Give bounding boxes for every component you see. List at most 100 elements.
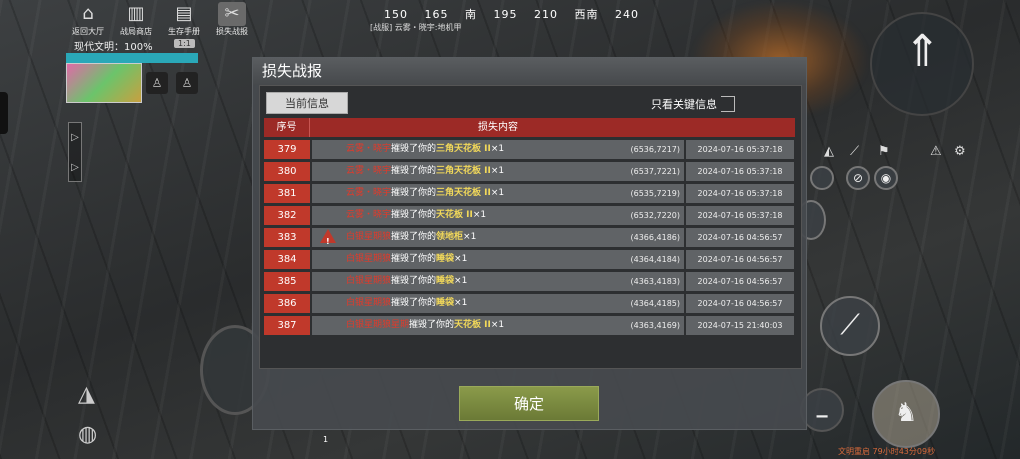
crouch-icon[interactable]: ♙ <box>176 72 198 94</box>
nav-battle-report-button[interactable]: ✂ 损失战报 <box>210 2 254 37</box>
attacker-name: 云雾・晓宇 <box>346 166 392 176</box>
melee-knife-button[interactable]: ⟋ <box>820 296 880 356</box>
attacker-name: 白银星期狼 <box>346 276 392 286</box>
action-text: 摧毁了你的 <box>391 210 437 220</box>
battle-report-dialog: 损失战报 当前信息 只看关键信息 序号 损失内容 379 云雾・晓宇摧毁了你的三角… <box>252 57 807 430</box>
warning-icon: ! <box>320 229 336 246</box>
row-content: 云雾・晓宇摧毁了你的三角天花板 II×1 (6536,7217) <box>312 140 684 159</box>
timestamp: 2024-07-16 05:37:18 <box>686 162 794 181</box>
row-number: 384 <box>264 250 310 269</box>
table-row: 383! 白银星期狼摧毁了你的领地柜×1 (4366,4186) 2024-07-16… <box>264 228 795 247</box>
item-qty: ×1 <box>454 276 468 286</box>
team-icon[interactable]: ♙ <box>146 72 168 94</box>
item-name: 天花板 II <box>436 210 473 220</box>
item-name: 天花板 II <box>454 320 491 330</box>
mask-icon[interactable]: ◭ <box>824 144 834 159</box>
nav-label: 战局商店 <box>120 27 152 36</box>
table-row: 385 白银星期狼摧毁了你的睡袋×1 (4363,4183) 2024-07-16 0… <box>264 272 795 291</box>
compass-tick: 西南 <box>574 8 599 21</box>
home-icon: ⌂ <box>82 3 94 24</box>
item-name: 领地柜 <box>436 232 464 242</box>
item-name: 三角天花板 II <box>436 188 491 198</box>
item-qty: ×1 <box>454 254 468 264</box>
knife-icon[interactable]: ⟋ <box>850 144 859 159</box>
up-arrow-icon: ⇑ <box>904 26 941 77</box>
map-button[interactable] <box>810 166 834 190</box>
item-qty: ×1 <box>490 166 505 176</box>
flag-icon[interactable]: ⚑ <box>878 144 890 159</box>
hotbar-slot-number: 1 <box>323 435 329 444</box>
row-content: 云雾・晓宇摧毁了你的三角天花板 II×1 (6535,7219) <box>312 184 684 203</box>
timestamp: 2024-07-16 04:56:57 <box>686 294 794 313</box>
whistle-icon[interactable]: ◮ <box>78 382 108 412</box>
coordinates: (6537,7221) <box>630 167 680 176</box>
row-content: 云雾・晓宇摧毁了你的天花板 II×1 (6532,7220) <box>312 206 684 225</box>
compass-tick: 240 <box>615 8 639 21</box>
timestamp: 2024-07-16 05:37:18 <box>686 184 794 203</box>
item-name: 三角天花板 II <box>436 166 491 176</box>
row-number: 387 <box>264 316 310 335</box>
action-text: 摧毁了你的 <box>391 188 437 198</box>
key-info-checkbox[interactable] <box>721 96 735 112</box>
row-number: 385 <box>264 272 310 291</box>
attacker-name: 白银星期狼星期 <box>346 320 410 330</box>
sprint-joystick[interactable]: ⇑ <box>870 12 974 116</box>
chevron-right-icon: ▷ <box>71 132 79 143</box>
nav-lobby-button[interactable]: ⌂ 返回大厅 <box>66 2 110 37</box>
vehicle-icon[interactable]: ⊘ <box>846 166 870 190</box>
avatar[interactable] <box>66 63 142 103</box>
location-icon[interactable]: ◉ <box>874 166 898 190</box>
warning-icon[interactable]: ⚠ <box>930 144 942 159</box>
action-text: 摧毁了你的 <box>391 254 437 264</box>
item-name: 睡袋 <box>436 298 455 308</box>
table-row: 382 云雾・晓宇摧毁了你的天花板 II×1 (6532,7220) 2024-07-… <box>264 206 795 225</box>
row-number: 379 <box>264 140 310 159</box>
row-number: 383 <box>264 228 310 247</box>
coordinates: (6532,7220) <box>630 211 680 220</box>
battle-report-icon: ✂ <box>218 2 246 26</box>
row-content: 白银星期狼摧毁了你的睡袋×1 (4364,4184) <box>312 250 684 269</box>
item-qty: ×1 <box>454 298 468 308</box>
row-content: 云雾・晓宇摧毁了你的三角天花板 II×1 (6537,7221) <box>312 162 684 181</box>
civilization-progress-bar <box>66 53 198 63</box>
attacker-name: 云雾・晓宇 <box>346 188 392 198</box>
crouch-button[interactable]: ♞ <box>872 380 940 448</box>
coordinates: (4363,4183) <box>630 277 680 286</box>
item-qty: ×1 <box>472 210 487 220</box>
action-text: 摧毁了你的 <box>391 298 437 308</box>
table-row: 379 云雾・晓宇摧毁了你的三角天花板 II×1 (6536,7217) 2024-0… <box>264 140 795 159</box>
item-qty: ×1 <box>490 188 505 198</box>
attacker-name: 白银星期狼 <box>346 232 392 242</box>
dialog-body: 当前信息 只看关键信息 序号 损失内容 379 云雾・晓宇摧毁了你的三角天花板 I… <box>259 85 802 397</box>
action-text: 摧毁了你的 <box>409 320 455 330</box>
coordinates: (6535,7219) <box>630 189 680 198</box>
row-content: ! 白银星期狼摧毁了你的领地柜×1 (4366,4186) <box>312 228 684 247</box>
item-qty: ×1 <box>490 320 505 330</box>
tab-current-info[interactable]: 当前信息 <box>266 92 348 114</box>
action-text: 摧毁了你的 <box>391 232 437 242</box>
key-info-toggle-label[interactable]: 只看关键信息 <box>651 96 717 112</box>
gear-icon[interactable]: ⚙ <box>954 144 966 159</box>
item-name: 三角天花板 II <box>436 144 491 154</box>
side-panel-toggle[interactable]: ▷ ▷ <box>68 122 82 182</box>
restart-countdown: 文明重启 79小时43分09秒 <box>838 447 936 456</box>
coordinates: (6536,7217) <box>630 145 680 154</box>
map-scroll-icon[interactable]: ◍ <box>78 422 108 452</box>
compass-tick: 165 <box>424 8 449 21</box>
compass-bar: 150 165 南 195 210 西南 240 <box>384 6 651 22</box>
device-edge <box>0 92 8 134</box>
nav-label: 损失战报 <box>216 27 248 36</box>
event-ticker: [战服] 云雾・晓宇:地机甲 <box>370 23 462 32</box>
row-number: 381 <box>264 184 310 203</box>
row-number: 386 <box>264 294 310 313</box>
nav-store-button[interactable]: ▥ 战局商店 <box>114 2 158 37</box>
civilization-badge: 1:1 <box>174 39 195 48</box>
coordinates: (4364,4185) <box>630 299 680 308</box>
nav-label: 返回大厅 <box>72 27 104 36</box>
dialog-title: 损失战报 <box>253 58 806 85</box>
coordinates: (4364,4184) <box>630 255 680 264</box>
attacker-name: 白银星期狼 <box>346 298 392 308</box>
confirm-button[interactable]: 确定 <box>459 386 599 421</box>
item-name: 睡袋 <box>436 254 455 264</box>
nav-handbook-button[interactable]: ▤ 生存手册 <box>162 2 206 37</box>
